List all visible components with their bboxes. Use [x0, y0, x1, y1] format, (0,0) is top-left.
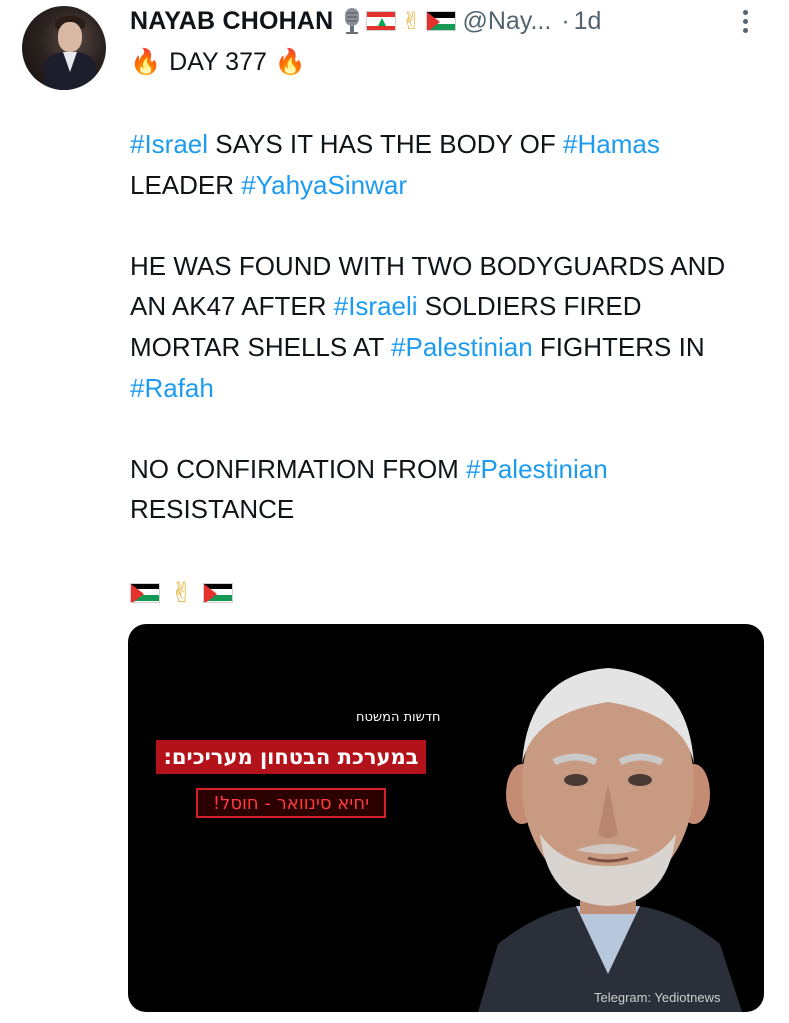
emoji-row: ✌ — [130, 576, 234, 609]
avatar-face — [58, 22, 82, 52]
separator-dot: · — [561, 6, 570, 35]
media-watermark: Telegram: Yediotnews — [594, 990, 721, 1005]
microphone-icon — [345, 8, 360, 34]
hashtag-link[interactable]: #Hamas — [563, 129, 660, 159]
more-options-icon[interactable] — [740, 10, 750, 36]
body-text: NO CONFIRMATION FROM — [130, 453, 467, 484]
media-headline: במערכת הבטחון מעריכים: — [156, 740, 426, 774]
paragraph-2: HE WAS FOUND WITH TWO BODYGUARDS AND AN … — [130, 246, 750, 408]
portrait-photo — [478, 668, 742, 1012]
hashtag-link[interactable]: #Palestinian — [466, 454, 608, 484]
hashtag-link[interactable]: #Israeli — [334, 291, 418, 321]
author-avatar[interactable] — [22, 6, 106, 90]
lebanon-flag-icon — [366, 11, 397, 31]
name-badges: ✌ — [343, 7, 457, 36]
news-channel-label: חדשות המשטח — [356, 710, 441, 725]
author-name[interactable]: NAYAB CHOHAN — [130, 7, 333, 36]
body-text: FIGHTERS IN — [532, 331, 705, 362]
hashtag-link[interactable]: #YahyaSinwar — [241, 170, 407, 200]
media-subheadline: יחיא סינוואר - חוסל! — [196, 788, 386, 818]
paragraph-1: #Israel SAYS IT HAS THE BODY OF #Hamas L… — [130, 124, 750, 205]
tweet-timestamp[interactable]: 1d — [574, 7, 602, 36]
day-line: 🔥 DAY 377 🔥 — [130, 44, 306, 80]
body-text: SAYS IT HAS THE BODY OF — [208, 129, 563, 159]
body-text: LEADER — [130, 169, 242, 200]
palestine-flag-icon — [426, 11, 457, 31]
day-counter: DAY 377 — [169, 47, 267, 76]
fire-icon: 🔥 — [274, 47, 307, 76]
tweet-media-image[interactable]: חדשות המשטח במערכת הבטחון מעריכים: יחיא … — [128, 624, 764, 1012]
palestine-flag-icon — [130, 582, 160, 603]
author-handle[interactable]: @Nay... — [462, 7, 551, 36]
victory-hand-icon: ✌ — [170, 577, 194, 608]
palestine-flag-icon — [203, 582, 234, 603]
tweet-header: NAYAB CHOHAN ✌ @Nay... · 1d — [130, 2, 601, 40]
body-text: RESISTANCE — [130, 494, 295, 525]
fire-icon: 🔥 — [130, 47, 162, 76]
hashtag-link[interactable]: #Israel — [130, 129, 208, 159]
hashtag-link[interactable]: #Rafah — [130, 373, 214, 403]
tweet-body: #Israel SAYS IT HAS THE BODY OF #Hamas L… — [130, 124, 750, 571]
hashtag-link[interactable]: #Palestinian — [391, 332, 533, 362]
victory-hand-icon: ✌ — [401, 7, 422, 35]
paragraph-3: NO CONFIRMATION FROM #Palestinian RESIST… — [130, 449, 750, 530]
